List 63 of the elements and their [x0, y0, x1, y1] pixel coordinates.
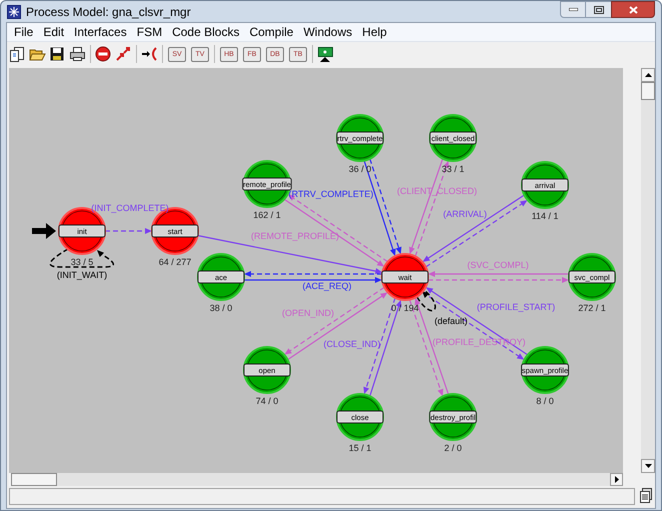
- transition-label: (CLOSE_IND): [324, 339, 380, 349]
- close-button[interactable]: [611, 1, 655, 18]
- state-count: 2 / 0: [444, 443, 462, 453]
- scroll-up-button[interactable]: [641, 68, 655, 82]
- state-count: 38 / 0: [210, 303, 232, 313]
- scroll-thumb[interactable]: [11, 473, 57, 486]
- unforced-state-node[interactable]: [429, 114, 477, 162]
- down-arrow-icon: [644, 464, 652, 468]
- diagonal-arrows-icon[interactable]: [115, 46, 132, 62]
- unforced-state-node[interactable]: [521, 346, 569, 394]
- forced-state-node[interactable]: [381, 253, 429, 301]
- scroll-thumb[interactable]: [641, 82, 655, 100]
- state-count: 15 / 1: [348, 443, 372, 453]
- transition-label: (ARRIVAL): [443, 209, 487, 219]
- document-icon[interactable]: [639, 488, 653, 503]
- transition-label: (SVC_COMPL): [467, 260, 529, 270]
- unforced-state-node[interactable]: [336, 114, 384, 162]
- state-count: 272 / 1: [578, 303, 606, 313]
- window-title: Process Model: gna_clsvr_mgr: [26, 4, 191, 20]
- state-count: 64 / 277: [158, 257, 192, 267]
- maximize-button[interactable]: [586, 1, 611, 18]
- unforced-state-node[interactable]: [336, 393, 384, 441]
- transition-label: (ACE_REQ): [302, 281, 352, 291]
- unforced-state-node[interactable]: [197, 253, 245, 301]
- menu-item[interactable]: Interfaces: [69, 23, 132, 41]
- maximize-icon: [594, 6, 604, 14]
- app-icon: [7, 4, 21, 18]
- menu-item[interactable]: Edit: [38, 23, 70, 41]
- transition-label: (INIT_COMPLETE): [91, 203, 169, 213]
- menu-item[interactable]: FSM: [132, 23, 168, 41]
- close-icon: [628, 6, 638, 14]
- transition-label: (default): [434, 316, 468, 326]
- transition-label: (PROFILE_START): [476, 302, 556, 312]
- state-count: 162 / 1: [253, 210, 281, 220]
- transition-label: (OPEN_IND): [282, 308, 334, 318]
- unforced-state-node[interactable]: [568, 253, 616, 301]
- menu-item[interactable]: Compile: [244, 23, 298, 41]
- state-count: 33 / 1: [442, 164, 464, 174]
- monitor-icon[interactable]: [317, 46, 334, 62]
- unforced-state-node[interactable]: [429, 393, 477, 441]
- scroll-right-button[interactable]: [610, 473, 623, 486]
- transition-label: (REMOTE_PROFILE): [251, 231, 339, 241]
- up-arrow-icon: [644, 73, 652, 77]
- printer-icon[interactable]: [69, 46, 86, 62]
- menu-item[interactable]: File: [9, 23, 38, 41]
- minimize-button[interactable]: [560, 1, 586, 18]
- minimize-icon: [568, 8, 578, 11]
- state-count: 74 / 0: [256, 396, 278, 406]
- arrow-into-bracket-icon[interactable]: [141, 46, 158, 62]
- unforced-state-node[interactable]: [521, 161, 569, 209]
- no-entry-icon[interactable]: [95, 46, 112, 62]
- unforced-state-node[interactable]: [243, 346, 291, 394]
- state-count: 33 / 5: [70, 257, 94, 267]
- menu-item[interactable]: Help: [357, 23, 392, 41]
- right-arrow-icon: [614, 476, 618, 483]
- document-icon[interactable]: [9, 46, 26, 62]
- menu-item[interactable]: Code Blocks: [167, 23, 244, 41]
- menu-item[interactable]: Windows: [298, 23, 358, 41]
- transition-label: (RTRV_COMPLETE): [288, 189, 374, 199]
- transition-label: (INIT_WAIT): [56, 270, 108, 280]
- state-count: 8 / 0: [536, 396, 554, 406]
- state-count: 114 / 1: [532, 211, 558, 221]
- scroll-down-button[interactable]: [641, 459, 655, 473]
